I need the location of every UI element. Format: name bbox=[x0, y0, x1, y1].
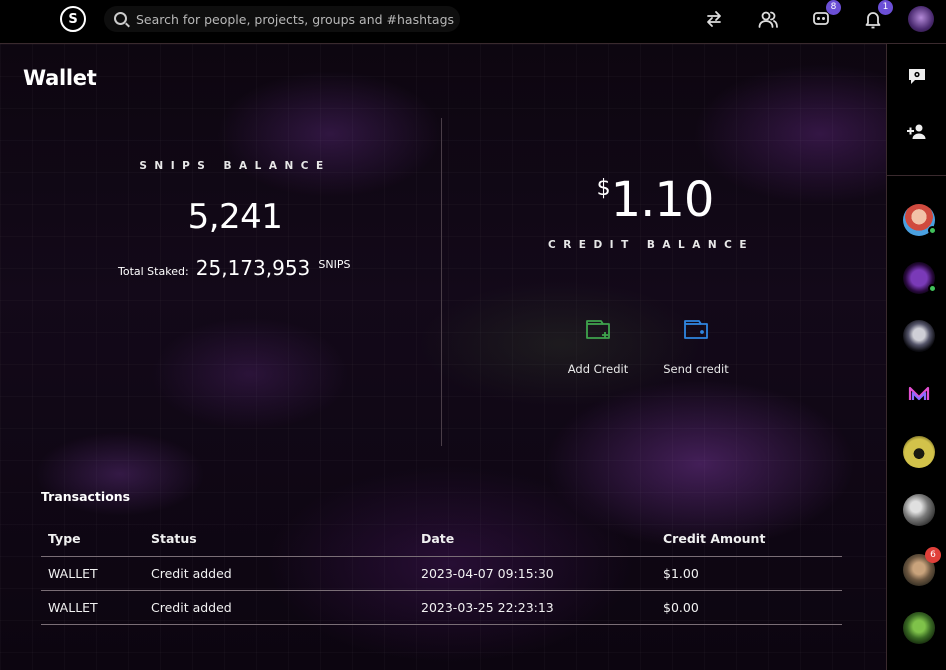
total-staked-unit: SNIPS bbox=[318, 258, 351, 271]
status-cell: Credit added bbox=[144, 556, 414, 591]
contact-avatar[interactable] bbox=[903, 494, 935, 526]
column-header: Status bbox=[144, 522, 414, 557]
total-staked-label: Total Staked: bbox=[118, 265, 189, 278]
snips-balance-label: SNIPS BALANCE bbox=[139, 160, 331, 172]
snips-balance-value: 5,241 bbox=[187, 197, 283, 237]
add-credit-label: Add Credit bbox=[567, 362, 629, 376]
credit-amount: 1.10 bbox=[610, 172, 715, 228]
online-indicator bbox=[928, 226, 937, 235]
table-row: WALLET Credit added 2023-03-25 22:23:13 … bbox=[41, 590, 842, 625]
contact-avatar[interactable] bbox=[903, 612, 935, 644]
amount-cell: $0.00 bbox=[656, 590, 842, 625]
contact-avatar[interactable] bbox=[903, 436, 935, 468]
column-header: Type bbox=[41, 522, 144, 557]
type-cell: WALLET bbox=[41, 556, 144, 591]
wallet-add-icon bbox=[583, 314, 613, 344]
page-title: Wallet bbox=[23, 66, 97, 90]
status-cell: Credit added bbox=[144, 590, 414, 625]
notifications-badge: 1 bbox=[878, 0, 893, 15]
messages-icon[interactable]: 8 bbox=[810, 0, 841, 30]
transactions-title: Transactions bbox=[41, 489, 131, 504]
contact-avatar[interactable] bbox=[903, 204, 937, 236]
transactions-table: Type Status Date Credit Amount WALLET Cr… bbox=[41, 522, 842, 625]
table-row: WALLET Credit added 2023-04-07 09:15:30 … bbox=[41, 556, 842, 591]
table-header-row: Type Status Date Credit Amount bbox=[41, 522, 842, 557]
messages-badge: 8 bbox=[826, 0, 841, 15]
swap-icon[interactable] bbox=[703, 8, 725, 30]
date-cell: 2023-04-07 09:15:30 bbox=[414, 556, 656, 591]
app-logo[interactable]: S bbox=[60, 6, 86, 32]
amount-cell: $1.00 bbox=[656, 556, 842, 591]
search-input[interactable] bbox=[136, 6, 456, 32]
wallet-send-icon bbox=[681, 314, 711, 344]
contact-avatar[interactable]: 6 bbox=[903, 547, 941, 586]
chat-settings-icon[interactable] bbox=[905, 64, 929, 88]
add-friend-icon[interactable] bbox=[905, 120, 929, 144]
credit-balance-value: $1.10 bbox=[555, 172, 755, 228]
column-header: Date bbox=[414, 522, 656, 557]
search-icon bbox=[114, 12, 127, 25]
vertical-divider bbox=[441, 118, 442, 446]
credit-balance-label: CREDIT BALANCE bbox=[547, 239, 755, 251]
contact-avatar[interactable] bbox=[903, 320, 935, 352]
bell-icon[interactable]: 1 bbox=[862, 0, 893, 30]
rail-divider bbox=[887, 175, 946, 176]
total-staked-value: 25,173,953 bbox=[195, 256, 311, 280]
online-indicator bbox=[928, 284, 937, 293]
column-header: Credit Amount bbox=[656, 522, 842, 557]
contact-badge: 6 bbox=[925, 547, 941, 563]
right-rail: 6 bbox=[886, 44, 946, 670]
total-staked: Total Staked: 25,173,953 SNIPS bbox=[118, 256, 378, 280]
search-bar bbox=[104, 6, 460, 32]
add-credit-button[interactable]: Add Credit bbox=[558, 314, 638, 376]
contact-avatar[interactable] bbox=[903, 262, 937, 294]
top-bar: S 8 1 bbox=[0, 0, 946, 44]
contact-avatar[interactable] bbox=[903, 378, 935, 410]
type-cell: WALLET bbox=[41, 590, 144, 625]
user-avatar[interactable] bbox=[908, 6, 934, 32]
date-cell: 2023-03-25 22:23:13 bbox=[414, 590, 656, 625]
send-credit-label: Send credit bbox=[663, 362, 729, 376]
currency-symbol: $ bbox=[596, 176, 611, 201]
send-credit-button[interactable]: Send credit bbox=[656, 314, 736, 376]
people-icon[interactable] bbox=[757, 8, 779, 30]
